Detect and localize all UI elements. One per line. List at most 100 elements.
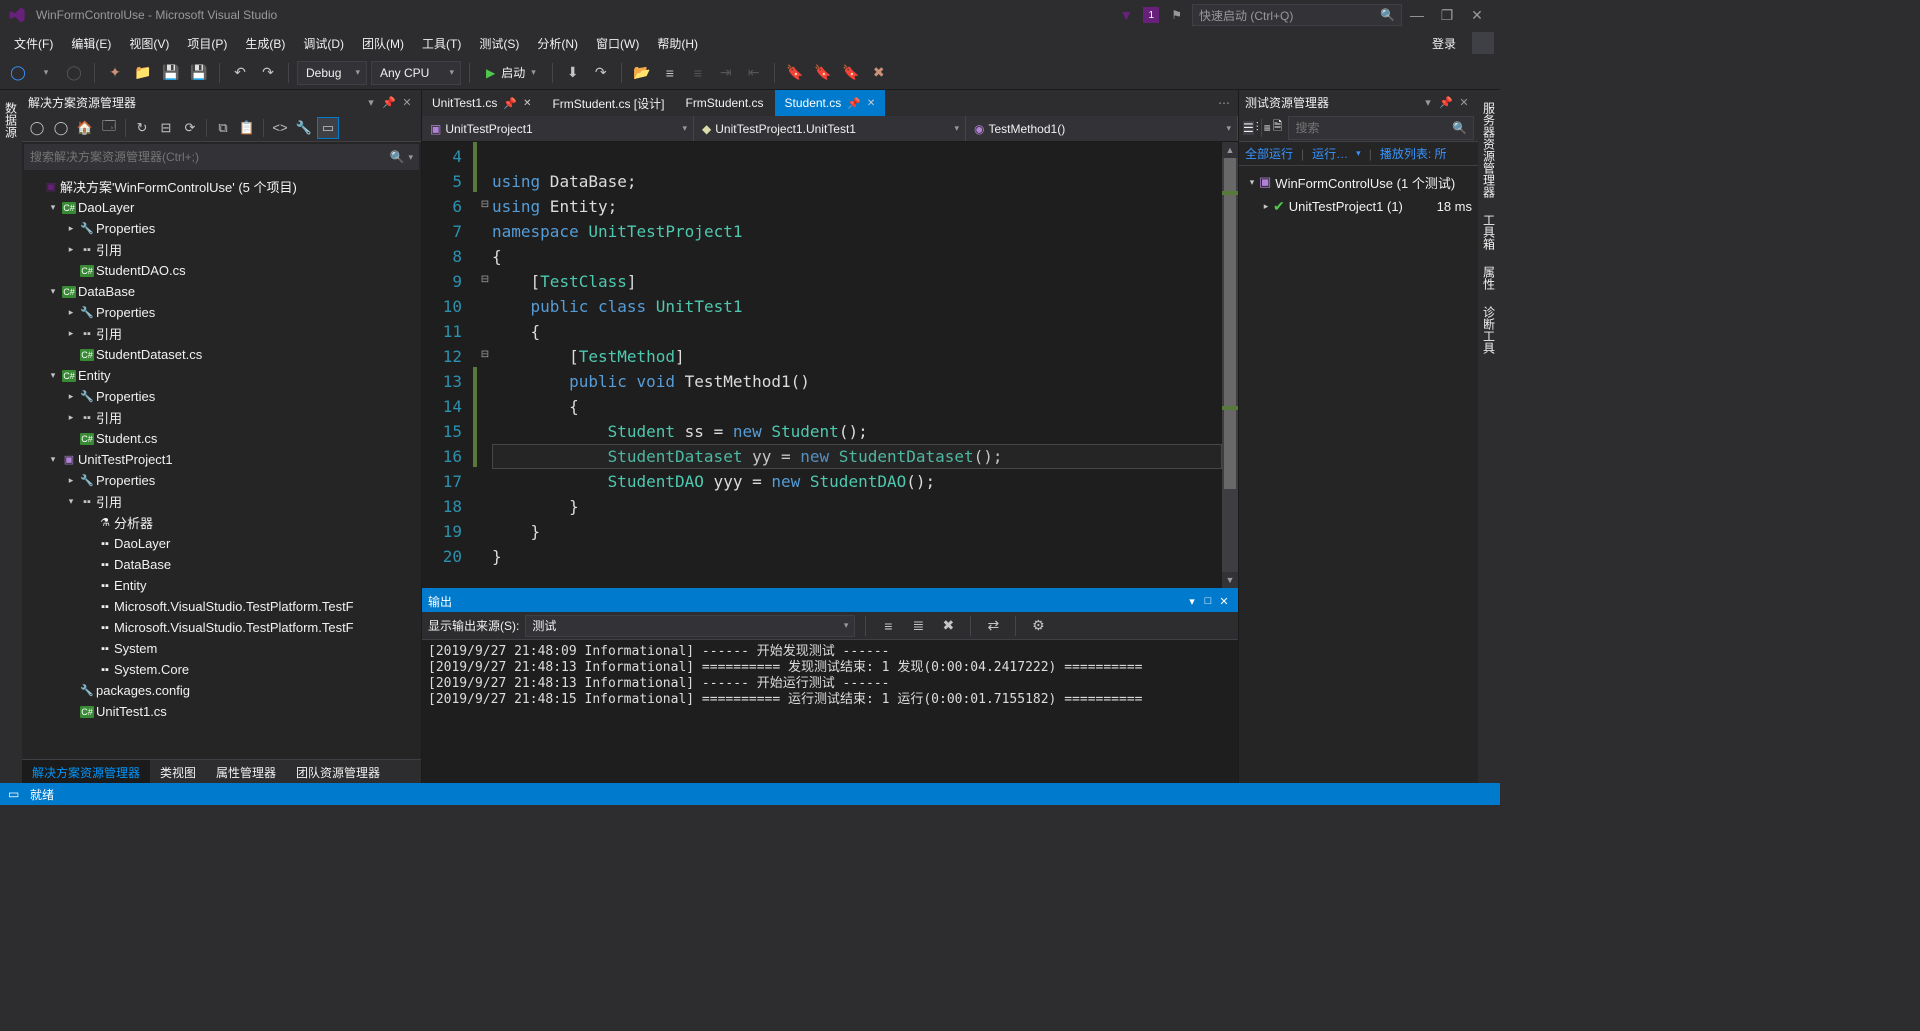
undo-button[interactable]: ↶	[228, 61, 252, 85]
bookmark-prev-button[interactable]: 🔖	[811, 61, 835, 85]
properties-tab[interactable]: 属性	[1479, 258, 1500, 298]
item-Properties[interactable]: ▸🔧Properties	[22, 470, 421, 491]
ref-System[interactable]: ▪▪System	[22, 638, 421, 659]
output-next-icon[interactable]: ≣	[906, 614, 930, 638]
item-引用[interactable]: ▸▪▪引用	[22, 407, 421, 428]
ref-DaoLayer[interactable]: ▪▪DaoLayer	[22, 533, 421, 554]
menu-build[interactable]: 生成(B)	[237, 32, 293, 55]
ref-System.Core[interactable]: ▪▪System.Core	[22, 659, 421, 680]
menu-analyze[interactable]: 分析(N)	[529, 32, 586, 55]
menu-test[interactable]: 测试(S)	[471, 32, 527, 55]
panel-dropdown-icon[interactable]: ▾	[363, 96, 379, 109]
save-all-button[interactable]: 💾	[187, 61, 211, 85]
menu-team[interactable]: 团队(M)	[354, 32, 412, 55]
find-button[interactable]: 📂	[630, 61, 654, 85]
notification-badge[interactable]: 1	[1143, 7, 1159, 23]
ref-Microsoft.VisualStudio.TestPlatform.TestF[interactable]: ▪▪Microsoft.VisualStudio.TestPlatform.Te…	[22, 596, 421, 617]
tab-property-manager[interactable]: 属性管理器	[206, 760, 286, 783]
tab-class-view[interactable]: 类视图	[150, 760, 206, 783]
open-file-button[interactable]: 📁	[131, 61, 155, 85]
item-StudentDataset.cs[interactable]: C#StudentDataset.cs	[22, 344, 421, 365]
close-button[interactable]: ✕	[1462, 7, 1492, 24]
uncomment-button[interactable]: ≡	[686, 61, 710, 85]
collapse-icon[interactable]: ⊟	[155, 117, 177, 139]
menu-tools[interactable]: 工具(T)	[414, 32, 469, 55]
tab-solution-explorer[interactable]: 解决方案资源管理器	[22, 760, 150, 783]
sync-icon[interactable]: 🗔	[98, 117, 120, 139]
outdent-button[interactable]: ⇤	[742, 61, 766, 85]
solution-search-input[interactable]	[30, 150, 390, 164]
avatar-icon[interactable]	[1472, 32, 1494, 54]
item-UnitTest1.cs[interactable]: C#UnitTest1.cs	[22, 701, 421, 722]
playlist-link[interactable]: 播放列表: 所	[1380, 145, 1447, 162]
ref-Microsoft.VisualStudio.TestPlatform.TestF[interactable]: ▪▪Microsoft.VisualStudio.TestPlatform.Te…	[22, 617, 421, 638]
code-content[interactable]: using DataBase; using Entity; namespace …	[492, 142, 1222, 588]
minimize-button[interactable]: —	[1402, 7, 1432, 23]
maximize-button[interactable]: ❐	[1432, 7, 1462, 24]
tab-student[interactable]: Student.cs📌✕	[775, 90, 887, 116]
step-button[interactable]: ⬇	[561, 61, 585, 85]
project-DataBase[interactable]: ▾C#DataBase	[22, 281, 421, 302]
filter-icon[interactable]: ⫶	[1256, 120, 1259, 135]
server-explorer-tab[interactable]: 服务器资源管理器	[1479, 94, 1500, 206]
item-StudentDAO.cs[interactable]: C#StudentDAO.cs	[22, 260, 421, 281]
ref-分析器[interactable]: ⚗分析器	[22, 512, 421, 533]
test-tree-project[interactable]: ▸✔UnitTestProject1 (1)18 ms	[1239, 194, 1478, 218]
quick-launch[interactable]: 快速启动 (Ctrl+Q) 🔍	[1192, 4, 1402, 26]
home-icon[interactable]: 🏠	[74, 117, 96, 139]
preview-icon[interactable]: ▭	[317, 117, 339, 139]
vertical-scrollbar[interactable]: ▲ ▼	[1222, 142, 1238, 588]
menu-debug[interactable]: 调试(D)	[295, 32, 352, 55]
output-prev-icon[interactable]: ≡	[876, 614, 900, 638]
close-icon[interactable]: ✕	[523, 98, 531, 109]
show-all-icon[interactable]: ⟳	[179, 117, 201, 139]
output-close-icon[interactable]: ✕	[1216, 595, 1232, 608]
nav-method[interactable]: ◉TestMethod1()	[966, 116, 1238, 141]
forward-icon[interactable]: ◯	[50, 117, 72, 139]
ref-Entity[interactable]: ▪▪Entity	[22, 575, 421, 596]
feedback-icon[interactable]: ⚑	[1171, 8, 1182, 22]
start-debug-button[interactable]: ▶启动▾	[478, 64, 544, 81]
panel-close-icon[interactable]: ✕	[399, 96, 415, 109]
scroll-up-icon[interactable]: ▲	[1222, 142, 1238, 158]
panel-pin-icon[interactable]: 📌	[381, 96, 397, 109]
tab-frmstudent[interactable]: FrmStudent.cs	[675, 90, 774, 116]
menu-edit[interactable]: 编辑(E)	[63, 32, 119, 55]
platform-combo[interactable]: Any CPU	[371, 61, 461, 85]
panel-close-icon[interactable]: ✕	[1456, 96, 1472, 109]
panel-pin-icon[interactable]: 📌	[1438, 96, 1454, 109]
tab-frmstudent-design[interactable]: FrmStudent.cs [设计]	[542, 90, 675, 116]
output-maximize-icon[interactable]: □	[1200, 595, 1216, 607]
tab-team-explorer[interactable]: 团队资源管理器	[286, 760, 390, 783]
output-settings-icon[interactable]: ⚙	[1026, 614, 1050, 638]
item-Properties[interactable]: ▸🔧Properties	[22, 386, 421, 407]
pin-icon[interactable]: 📌	[503, 97, 517, 110]
pin-icon[interactable]: 📌	[847, 97, 861, 110]
code-editor[interactable]: 4567891011121314151617181920 ⊟⊟⊟ using D…	[422, 142, 1238, 588]
item-引用[interactable]: ▸▪▪引用	[22, 323, 421, 344]
indent-button[interactable]: ⇥	[714, 61, 738, 85]
menu-help[interactable]: 帮助(H)	[649, 32, 706, 55]
item-引用[interactable]: ▸▪▪引用	[22, 239, 421, 260]
nav-forward-button[interactable]: ◯	[62, 61, 86, 85]
solution-tree[interactable]: ▣解决方案'WinFormControlUse' (5 个项目)▾C#DaoLa…	[22, 172, 421, 759]
panel-dropdown-icon[interactable]: ▾	[1420, 96, 1436, 109]
new-project-button[interactable]: ✦	[103, 61, 127, 85]
bookmark-button[interactable]: 🔖	[783, 61, 807, 85]
back-icon[interactable]: ◯	[26, 117, 48, 139]
diagnostics-tab[interactable]: 诊断工具	[1479, 298, 1500, 362]
nav-back-drop[interactable]: ▾	[34, 61, 58, 85]
item-Student.cs[interactable]: C#Student.cs	[22, 428, 421, 449]
playlist-icon[interactable]: ≡	[1264, 121, 1271, 135]
test-tree-root[interactable]: ▾▣WinFormControlUse (1 个测试)	[1239, 170, 1478, 194]
code-icon[interactable]: <>	[269, 117, 291, 139]
redo-button[interactable]: ↷	[256, 61, 280, 85]
item-引用[interactable]: ▾▪▪引用	[22, 491, 421, 512]
nav-class[interactable]: ◆UnitTestProject1.UnitTest1	[694, 116, 966, 141]
output-dropdown-icon[interactable]: ▾	[1184, 595, 1200, 608]
output-source-combo[interactable]: 测试	[525, 615, 855, 637]
item-Properties[interactable]: ▸🔧Properties	[22, 302, 421, 323]
project-UnitTestProject1[interactable]: ▾▣UnitTestProject1	[22, 449, 421, 470]
solution-root[interactable]: ▣解决方案'WinFormControlUse' (5 个项目)	[22, 176, 421, 197]
toolbox-tab[interactable]: 工具箱	[1479, 206, 1500, 258]
